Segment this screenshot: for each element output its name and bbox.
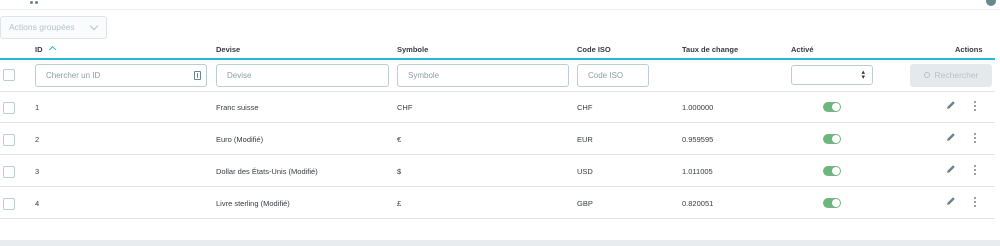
cell-iso: USD: [577, 167, 593, 176]
search-icon: [923, 72, 930, 78]
kebab-icon[interactable]: [973, 133, 977, 145]
pencil-icon[interactable]: [946, 132, 956, 142]
column-header-symbol[interactable]: Symbole: [397, 45, 428, 54]
cell-id: 2: [35, 135, 40, 144]
cell-currency: Dollar des États-Unis (Modifié): [216, 167, 318, 176]
cell-rate: 1.011005: [682, 167, 713, 176]
table-row: 4 Livre sterling (Modifié) £ GBP 0.82005…: [0, 188, 995, 219]
cell-currency: Euro (Modifié): [216, 135, 264, 144]
bulk-actions-label: Actions groupées: [9, 22, 75, 32]
currency-filter-input[interactable]: Devise: [216, 64, 389, 87]
bulk-actions-button[interactable]: Actions groupées: [0, 16, 107, 39]
cell-currency: Livre sterling (Modifié): [216, 199, 290, 208]
cell-iso: CHF: [577, 103, 593, 112]
column-header-enabled[interactable]: Activé: [791, 45, 814, 54]
column-header-actions: Actions: [955, 45, 983, 54]
iso-filter-input[interactable]: Code ISO: [577, 64, 649, 87]
enabled-filter-select[interactable]: ▴ ▾: [791, 65, 873, 85]
row-checkbox[interactable]: [3, 166, 15, 178]
cell-iso: GBP: [577, 199, 593, 208]
search-button-label: Rechercher: [934, 70, 979, 80]
table-row: 1 Franc suisse CHF CHF 1.000000: [0, 92, 995, 123]
chevron-down-icon: [89, 21, 99, 31]
pencil-icon[interactable]: [946, 196, 956, 206]
iso-filter-placeholder: Code ISO: [588, 71, 624, 80]
enabled-toggle[interactable]: [823, 102, 841, 112]
row-checkbox[interactable]: [3, 134, 15, 146]
search-button[interactable]: Rechercher: [910, 64, 992, 87]
cell-symbol: €: [397, 135, 402, 144]
row-checkbox[interactable]: [3, 102, 15, 114]
select-all-checkbox[interactable]: [3, 69, 15, 81]
cell-id: 4: [35, 199, 40, 208]
bottom-bar: [0, 240, 1000, 246]
cell-symbol: $: [397, 167, 402, 176]
column-header-iso[interactable]: Code ISO: [577, 45, 611, 54]
enabled-toggle[interactable]: [823, 198, 841, 208]
currency-filter-placeholder: Devise: [227, 71, 252, 80]
column-header-id[interactable]: ID: [35, 45, 43, 54]
enabled-toggle[interactable]: [823, 134, 841, 144]
sort-up-icon[interactable]: [48, 45, 57, 54]
cell-symbol: £: [397, 199, 402, 208]
kebab-icon[interactable]: [973, 165, 977, 177]
symbol-filter-placeholder: Symbole: [408, 71, 440, 80]
top-strip: [0, 0, 1000, 10]
row-checkbox[interactable]: [3, 198, 15, 210]
cell-symbol: CHF: [397, 103, 413, 112]
id-filter-input[interactable]: Chercher un ID: [35, 64, 207, 87]
more-icon[interactable]: [30, 0, 44, 4]
kebab-icon[interactable]: [973, 197, 977, 209]
cell-iso: EUR: [577, 135, 593, 144]
cell-rate: 0.959595: [682, 135, 714, 144]
cell-id: 1: [35, 103, 40, 112]
table-row: 2 Euro (Modifié) € EUR 0.959595: [0, 124, 995, 155]
id-filter-placeholder: Chercher un ID: [46, 71, 101, 80]
cell-id: 3: [35, 167, 40, 176]
select-arrows-icon: ▴ ▾: [861, 69, 865, 81]
filter-row: Chercher un ID Devise Symbole Code ISO ▴…: [0, 60, 995, 92]
cell-rate: 0.820051: [682, 199, 714, 208]
cell-rate: 1.000000: [682, 103, 714, 112]
pencil-icon[interactable]: [946, 164, 956, 174]
cell-currency: Franc suisse: [216, 103, 259, 112]
column-header-rate[interactable]: Taux de change: [682, 45, 738, 54]
table-row: 3 Dollar des États-Unis (Modifié) $ USD …: [0, 156, 995, 187]
id-spinner-icon[interactable]: [194, 71, 201, 80]
pencil-icon[interactable]: [946, 100, 956, 110]
symbol-filter-input[interactable]: Symbole: [397, 64, 569, 87]
enabled-toggle[interactable]: [823, 166, 841, 176]
kebab-icon[interactable]: [973, 101, 977, 113]
column-header-currency[interactable]: Devise: [216, 45, 240, 54]
gear-icon[interactable]: [986, 0, 996, 6]
